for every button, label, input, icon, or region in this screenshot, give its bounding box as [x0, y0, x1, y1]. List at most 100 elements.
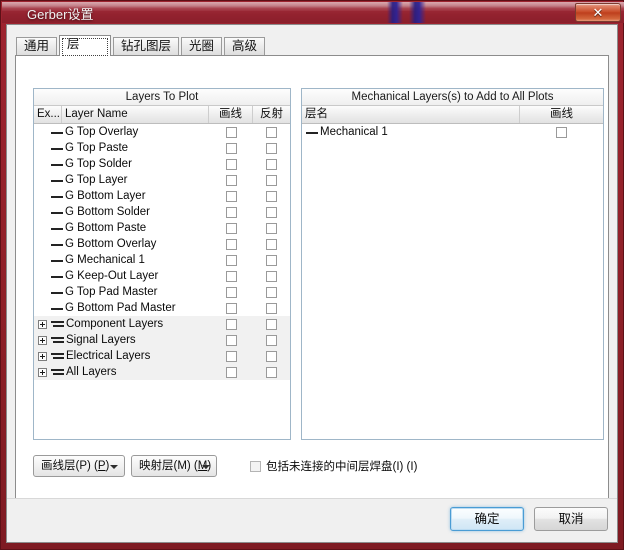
plot-checkbox[interactable]: [556, 126, 567, 138]
mirror-checkbox[interactable]: [266, 318, 277, 330]
table-row[interactable]: G Top Overlay: [34, 124, 290, 140]
tab-1[interactable]: 通用: [16, 37, 58, 56]
table-row[interactable]: G Bottom Paste: [34, 220, 290, 236]
layer-name-cell: G Bottom Paste: [34, 222, 209, 234]
plot-checkbox[interactable]: [225, 190, 237, 202]
tab-3[interactable]: 钻孔图层: [113, 37, 180, 56]
table-row[interactable]: G Bottom Layer: [34, 188, 290, 204]
cancel-button[interactable]: 取消: [534, 507, 608, 531]
table-row[interactable]: G Keep-Out Layer: [34, 268, 290, 284]
tab-label: 层: [67, 37, 80, 51]
dialog-footer: 确定 取消: [7, 498, 617, 542]
plot-checkbox[interactable]: [225, 222, 237, 234]
mirror-checkbox-cell: [253, 238, 290, 250]
plot-checkbox[interactable]: [225, 126, 237, 138]
layer-group-icon: [51, 351, 64, 361]
table-row[interactable]: G Top Layer: [34, 172, 290, 188]
table-row[interactable]: Component Layers: [34, 316, 290, 332]
table-row[interactable]: G Mechanical 1: [34, 252, 290, 268]
mechanical-layers-title: Mechanical Layers(s) to Add to All Plots: [302, 89, 603, 106]
mirror-checkbox-cell: [253, 254, 290, 266]
table-row[interactable]: Electrical Layers: [34, 348, 290, 364]
layers-to-plot-panel: Layers To Plot Ex... Layer Name 画线 反射 G …: [33, 88, 291, 440]
plot-checkbox-cell: [209, 270, 253, 282]
mirror-checkbox[interactable]: [266, 190, 277, 202]
plot-checkbox[interactable]: [225, 270, 237, 282]
mirror-checkbox[interactable]: [266, 126, 277, 138]
tab-2[interactable]: 层: [59, 35, 112, 56]
mirror-checkbox[interactable]: [266, 302, 277, 314]
include-unconnected-mid-layer-pads-checkbox[interactable]: 包括未连接的中间层焊盘(I) (I): [250, 458, 417, 474]
plot-checkbox[interactable]: [225, 206, 237, 218]
tab-page-layers: Layers To Plot Ex... Layer Name 画线 反射 G …: [15, 55, 609, 514]
plot-checkbox-cell: [209, 126, 253, 138]
column-header-layer-name[interactable]: Layer Name: [62, 106, 209, 123]
table-row[interactable]: G Bottom Solder: [34, 204, 290, 220]
table-row[interactable]: G Top Solder: [34, 156, 290, 172]
tab-4[interactable]: 光圈: [181, 37, 223, 56]
plot-checkbox[interactable]: [225, 174, 237, 186]
plot-checkbox[interactable]: [225, 334, 237, 346]
plot-checkbox[interactable]: [225, 302, 237, 314]
plot-checkbox[interactable]: [225, 254, 237, 266]
plot-checkbox[interactable]: [225, 158, 237, 170]
mirror-checkbox-cell: [253, 286, 290, 298]
table-row[interactable]: Signal Layers: [34, 332, 290, 348]
plot-checkbox[interactable]: [225, 142, 237, 154]
layer-name-label: G Bottom Pad Master: [65, 302, 176, 314]
plot-checkbox-cell: [209, 254, 253, 266]
table-row[interactable]: G Bottom Pad Master: [34, 300, 290, 316]
mirror-checkbox[interactable]: [266, 174, 277, 186]
mirror-checkbox[interactable]: [266, 270, 277, 282]
table-row[interactable]: G Top Pad Master: [34, 284, 290, 300]
table-row[interactable]: G Bottom Overlay: [34, 236, 290, 252]
mirror-checkbox[interactable]: [266, 334, 277, 346]
mirror-checkbox[interactable]: [266, 222, 277, 234]
render-artifact-bar-2: [409, 2, 426, 23]
mirror-checkbox[interactable]: [266, 350, 277, 362]
tab-strip: 通用 层 钻孔图层 光圈 高级: [16, 35, 267, 56]
table-row[interactable]: G Top Paste: [34, 140, 290, 156]
layer-name-cell: Component Layers: [34, 318, 209, 330]
mirror-checkbox[interactable]: [266, 254, 277, 266]
layer-name-label: G Top Overlay: [65, 126, 139, 138]
ok-button[interactable]: 确定: [450, 507, 524, 531]
plot-layers-label: 画线层(P) (: [41, 460, 98, 472]
expand-plus-icon[interactable]: [38, 319, 47, 329]
table-row[interactable]: All Layers: [34, 364, 290, 380]
mirror-checkbox[interactable]: [266, 286, 277, 298]
plot-checkbox[interactable]: [225, 366, 237, 378]
table-row[interactable]: Mechanical 1: [302, 124, 603, 140]
close-button[interactable]: ✕: [575, 3, 621, 22]
layer-name-label: Component Layers: [66, 318, 164, 330]
mirror-checkbox[interactable]: [266, 206, 277, 218]
footer-separator: [7, 498, 617, 499]
column-header-layer-name-cn[interactable]: 层名: [302, 106, 520, 123]
mirror-checkbox[interactable]: [266, 238, 277, 250]
plot-checkbox-cell: [209, 222, 253, 234]
column-header-mirror[interactable]: 反射: [253, 106, 290, 123]
mirror-checkbox[interactable]: [266, 366, 277, 378]
plot-checkbox[interactable]: [225, 318, 237, 330]
column-header-plot[interactable]: 画线: [209, 106, 253, 123]
mirror-checkbox[interactable]: [266, 158, 277, 170]
layer-icon: [51, 288, 63, 297]
mirror-checkbox-cell: [253, 318, 290, 330]
title-bar[interactable]: Gerber设置 ✕: [1, 1, 624, 24]
plot-layers-dropdown[interactable]: 画线层(P) (P): [33, 455, 125, 477]
plot-checkbox[interactable]: [225, 286, 237, 298]
column-header-ex[interactable]: Ex...: [34, 106, 62, 123]
mirror-checkbox[interactable]: [266, 142, 277, 154]
title-bar-gloss: [2, 2, 624, 11]
plot-checkbox[interactable]: [225, 238, 237, 250]
tab-5[interactable]: 高级: [224, 37, 266, 56]
expand-plus-icon[interactable]: [38, 335, 47, 345]
column-header-plot-cn[interactable]: 画线: [520, 106, 603, 123]
expand-plus-icon[interactable]: [38, 367, 47, 377]
expand-plus-icon[interactable]: [38, 351, 47, 361]
plot-checkbox[interactable]: [225, 350, 237, 362]
checkbox-box[interactable]: [250, 460, 261, 472]
layer-name-cell: G Bottom Layer: [34, 190, 209, 202]
layer-name-label: G Bottom Overlay: [65, 238, 157, 250]
mirror-layers-dropdown[interactable]: 映射层(M) (M): [131, 455, 217, 477]
